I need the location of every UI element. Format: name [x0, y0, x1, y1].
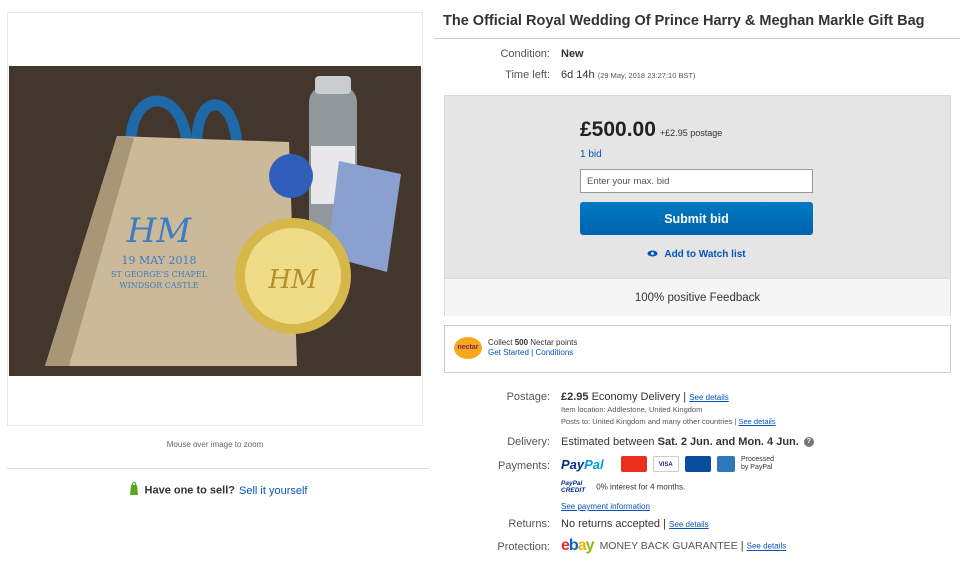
maestro-icon	[684, 456, 711, 472]
price-row: £500.00 +£2.95 postage	[580, 118, 722, 142]
price-tag-icon	[129, 482, 139, 499]
money-back-guarantee: MONEY BACK GUARANTEE	[599, 540, 738, 552]
amex-icon	[716, 456, 735, 472]
by-paypal-text: by PayPal	[740, 464, 773, 471]
delivery-prefix: Estimated between	[561, 436, 658, 448]
eye-icon	[647, 249, 658, 260]
bag-monogram: HM	[126, 211, 193, 251]
payment-info-row: See payment information	[561, 500, 650, 512]
postage-label: Postage:	[506, 391, 550, 403]
product-photo[interactable]: HM HM 19 MAY 2018 ST GEORGE'S CHAPEL WIN…	[9, 66, 421, 376]
nectar-collect: Collect 500 Nectar points	[488, 338, 577, 348]
add-to-watch-list-link[interactable]: Add to Watch list	[580, 249, 813, 260]
watch-label: Add to Watch list	[664, 249, 746, 261]
zoom-hint: Mouse over image to zoom	[166, 440, 264, 449]
nectar-sep: |	[531, 348, 534, 357]
title-divider	[434, 38, 960, 39]
protection-label: Protection:	[497, 541, 550, 553]
delivery-value: Estimated between Sat. 2 Jun. and Mon. 4…	[561, 436, 814, 448]
payments-label: Payments:	[498, 460, 550, 472]
divider	[7, 468, 429, 469]
condition-value: New	[561, 48, 584, 60]
coin-monogram: HM	[267, 265, 319, 295]
nectar-logo: nectar	[454, 337, 482, 359]
bag-line2: WINDSOR CASTLE	[119, 281, 198, 290]
visa-icon: VISA	[652, 456, 679, 472]
posts-to-see-details-link[interactable]: See details	[738, 417, 775, 426]
postage-sep: |	[683, 391, 687, 403]
postage-service: Economy Delivery	[591, 391, 681, 403]
posts-to: Posts to: United Kingdom and many other …	[561, 417, 733, 426]
postage-see-details-link[interactable]: See details	[689, 393, 729, 402]
seller-feedback[interactable]: 100% positive Feedback	[445, 278, 950, 316]
see-payment-information-link[interactable]: See payment information	[561, 502, 650, 511]
product-photo-illustration: HM HM 19 MAY 2018 ST GEORGE'S CHAPEL WIN…	[9, 66, 421, 376]
protection-see-details-link[interactable]: See details	[747, 542, 787, 551]
nectar-box: nectar Collect 500 Nectar points Get Sta…	[444, 325, 951, 373]
image-frame[interactable]: HM HM 19 MAY 2018 ST GEORGE'S CHAPEL WIN…	[7, 12, 423, 426]
listing-title: The Official Royal Wedding Of Prince Har…	[443, 13, 925, 29]
postage-cost: +£2.95 postage	[659, 128, 723, 138]
nectar-get-started-link[interactable]: Get Started	[488, 348, 529, 357]
paypal-credit-text: 0% interest for 4 months.	[596, 482, 686, 492]
payments-methods: PayPal VISA Processed by PayPal	[561, 456, 774, 472]
sell-row: Have one to sell? Sell it yourself	[7, 482, 429, 499]
bid-count-link[interactable]: 1 bid	[580, 149, 602, 160]
bag-date: 19 MAY 2018	[121, 254, 196, 267]
bid-panel: £500.00+£2.95 postage 1 bid Submit bid A…	[444, 95, 951, 316]
max-bid-input[interactable]	[580, 169, 813, 193]
paypal-logo: PayPal	[561, 457, 604, 472]
item-location: Item location: Addlestone, United Kingdo…	[561, 405, 703, 414]
nectar-points: 500	[514, 338, 529, 347]
delivery-range: Sat. 2 Jun. and Mon. 4 Jun.	[657, 436, 799, 448]
time-left-end: (29 May, 2018 23:27:10 BST)	[597, 71, 696, 80]
time-left-remaining: 6d 14h	[561, 69, 595, 81]
current-price: £500.00	[580, 118, 656, 141]
paypal-credit-logo: PayPal CREDIT	[561, 480, 585, 494]
nectar-text: Collect 500 Nectar points Get Started | …	[488, 338, 577, 358]
processed-by-paypal: Processed by PayPal	[741, 456, 774, 472]
mastercard-icon	[620, 456, 647, 472]
sell-question: Have one to sell?	[144, 484, 235, 497]
sell-it-yourself-link[interactable]: Sell it yourself	[239, 485, 307, 497]
paypal-pay: Pay	[561, 456, 585, 472]
processed-text: Processed	[740, 456, 775, 463]
condition-label: Condition:	[500, 48, 550, 60]
posts-to-row: Posts to: United Kingdom and many other …	[561, 417, 776, 426]
delivery-label: Delivery:	[507, 436, 550, 448]
paypal-credit-b: CREDIT	[561, 487, 586, 494]
paypal-credit-row: PayPal CREDIT 0% interest for 4 months.	[561, 480, 685, 494]
nectar-collect-prefix: Collect	[488, 338, 515, 347]
returns-label: Returns:	[508, 518, 550, 530]
returns-policy: No returns accepted	[561, 518, 661, 530]
postage-value: £2.95 Economy Delivery | See details	[561, 391, 729, 403]
bag-line1: ST GEORGE'S CHAPEL	[111, 270, 208, 279]
time-left-label: Time left:	[505, 69, 550, 81]
protection-value: ebay MONEY BACK GUARANTEE | See details	[561, 537, 787, 554]
nectar-collect-suffix: Nectar points	[528, 338, 578, 347]
returns-value: No returns accepted | See details	[561, 518, 709, 530]
submit-bid-button[interactable]: Submit bid	[580, 202, 813, 235]
time-left-value: 6d 14h (29 May, 2018 23:27:10 BST)	[561, 69, 696, 81]
help-icon[interactable]: ?	[803, 437, 814, 448]
nectar-conditions-link[interactable]: Conditions	[535, 348, 573, 357]
nectar-links: Get Started | Conditions	[488, 348, 577, 358]
ebay-logo: ebay	[561, 537, 594, 554]
paypal-credit-a: PayPal	[561, 480, 583, 487]
postage-price: £2.95	[561, 391, 589, 403]
paypal-pal: Pal	[584, 456, 604, 472]
returns-see-details-link[interactable]: See details	[669, 520, 709, 529]
